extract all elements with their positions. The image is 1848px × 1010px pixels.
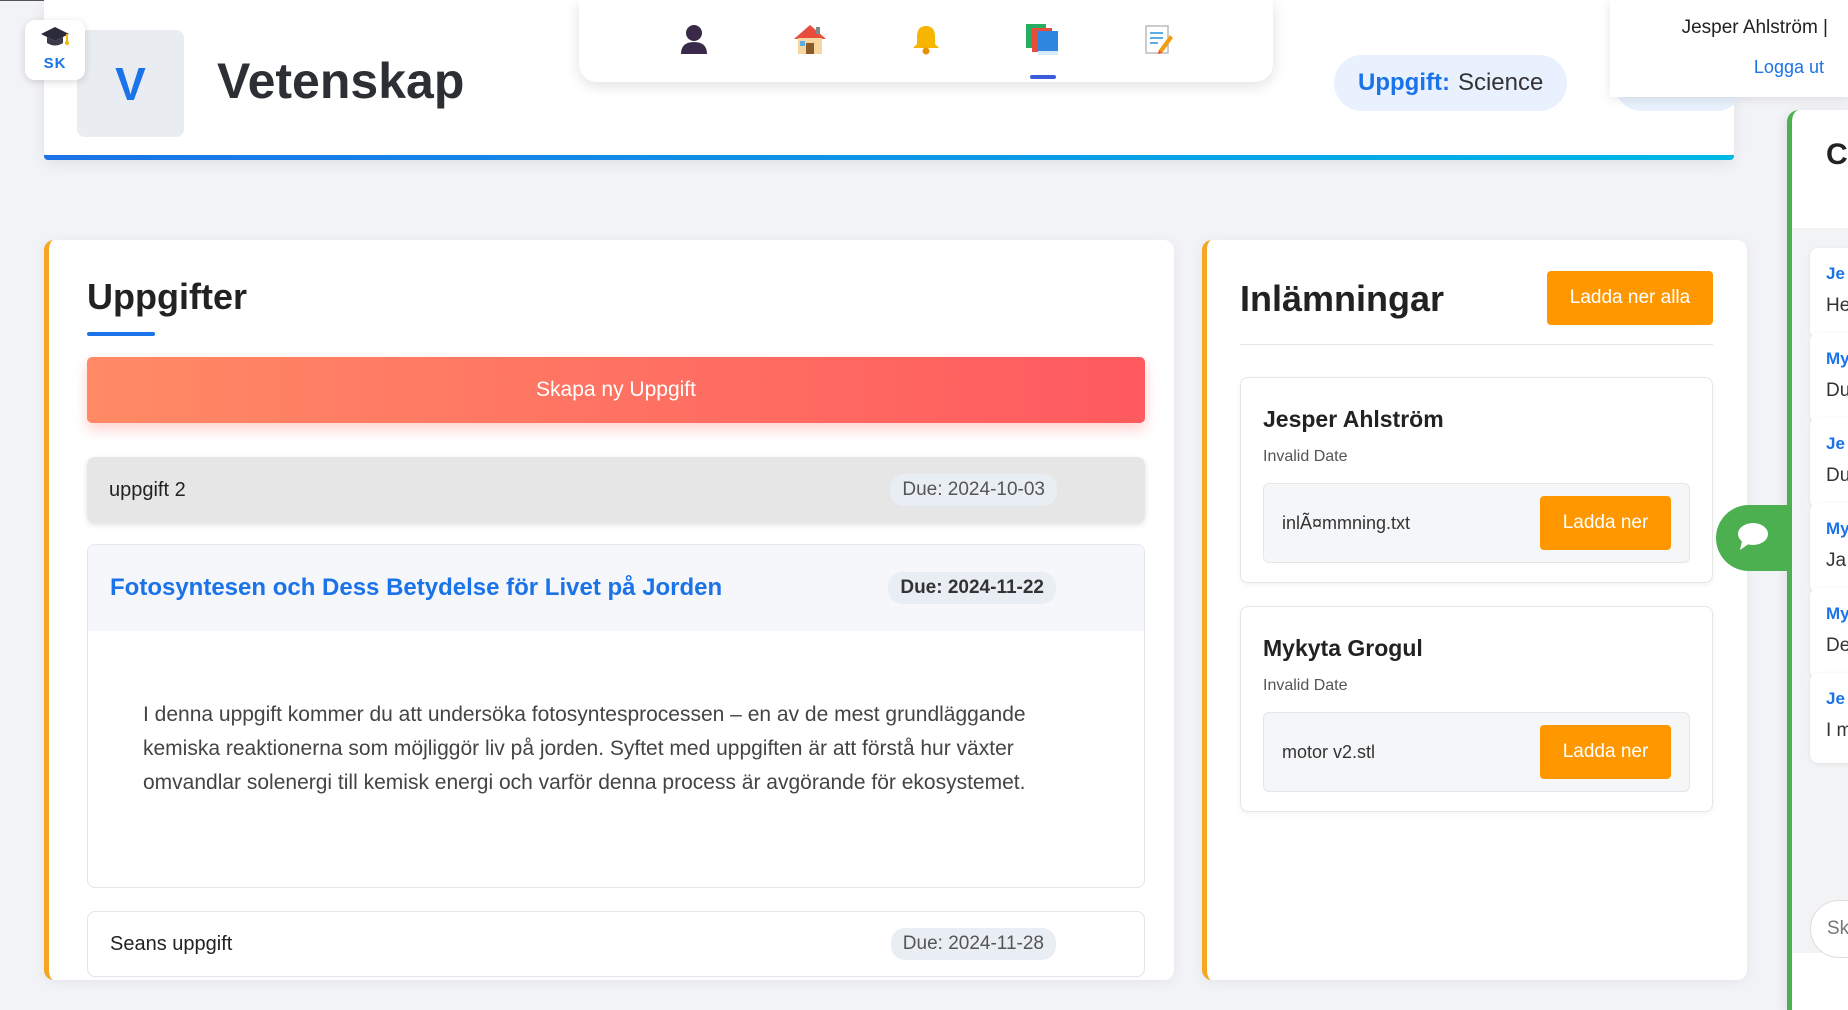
user-name: Jesper Ahlström | xyxy=(1681,17,1828,38)
memo-icon xyxy=(1143,23,1173,60)
student-name: Mykyta Grogul xyxy=(1263,635,1423,661)
message-text: Du xyxy=(1826,465,1848,486)
message-author: My xyxy=(1826,519,1848,538)
task-item-expanded: Fotosyntesen och Dess Betydelse för Live… xyxy=(87,544,1145,888)
chat-messages[interactable]: Je He My Du Je Du My Ja My De Je I m xyxy=(1792,228,1848,953)
chat-toggle-button[interactable] xyxy=(1716,505,1790,571)
chat-message: Je Du xyxy=(1810,418,1848,508)
task-description: I denna uppgift kommer du att undersöka … xyxy=(143,703,1026,794)
nav-profile[interactable] xyxy=(670,17,718,65)
download-all-button[interactable]: Ladda ner alla xyxy=(1547,271,1713,325)
file-name: motor v2.stl xyxy=(1282,742,1376,762)
due-badge: Due: 2024-10-03 xyxy=(890,474,1057,506)
chat-bubble-icon xyxy=(1736,521,1770,556)
logout-link[interactable]: Logga ut xyxy=(1754,57,1824,78)
submission-card: Jesper Ahlström Invalid Date inlÃ¤mmning… xyxy=(1240,377,1713,583)
task-pill-key: Uppgift: xyxy=(1358,69,1450,96)
chat-message: Je He xyxy=(1810,248,1848,338)
course-title: Vetenskap xyxy=(217,53,465,109)
task-item[interactable]: Seans uppgift Due: 2024-11-28 xyxy=(87,911,1145,977)
student-name: Jesper Ahlström xyxy=(1263,406,1444,432)
task-pill[interactable]: Uppgift: Science xyxy=(1334,55,1568,111)
chat-panel: Ch Je He My Du Je Du My Ja My De Je I m … xyxy=(1787,110,1848,1010)
message-author: Je xyxy=(1826,689,1845,708)
message-author: My xyxy=(1826,349,1848,368)
task-title: Seans uppgift xyxy=(110,932,233,955)
download-button[interactable]: Ladda ner xyxy=(1540,725,1671,779)
message-author: Je xyxy=(1826,264,1845,283)
chat-message: My Du xyxy=(1810,333,1848,423)
message-text: Ja xyxy=(1826,550,1847,571)
user-menu: Jesper Ahlström | Logga ut xyxy=(1610,0,1848,97)
chat-title: Ch xyxy=(1826,138,1848,171)
submissions-panel: Inlämningar Ladda ner alla Jesper Ahlstr… xyxy=(1202,240,1747,980)
house-icon xyxy=(793,23,827,60)
nav-assignments[interactable] xyxy=(1134,17,1182,65)
tasks-panel: Uppgifter Skapa ny Uppgift uppgift 2 Due… xyxy=(44,240,1174,980)
task-header[interactable]: Fotosyntesen och Dess Betydelse för Live… xyxy=(88,545,1144,631)
graduation-cap-icon xyxy=(25,25,85,55)
due-badge: Due: 2024-11-28 xyxy=(890,928,1056,960)
message-text: De xyxy=(1826,635,1848,656)
task-item[interactable]: uppgift 2 Due: 2024-10-03 xyxy=(87,457,1145,523)
chat-message: My De xyxy=(1810,588,1848,678)
message-text: Du xyxy=(1826,380,1848,401)
main-nav xyxy=(579,0,1273,82)
nav-home[interactable] xyxy=(786,17,834,65)
file-name: inlÃ¤mmning.txt xyxy=(1282,513,1411,533)
submission-date: Invalid Date xyxy=(1263,448,1348,465)
file-row: inlÃ¤mmning.txt Ladda ner xyxy=(1263,483,1690,563)
books-icon xyxy=(1024,22,1060,61)
course-avatar: V xyxy=(77,30,184,137)
nav-notifications[interactable] xyxy=(902,17,950,65)
person-icon xyxy=(679,23,709,60)
bell-icon xyxy=(911,23,941,60)
submission-date: Invalid Date xyxy=(1263,677,1348,694)
task-title[interactable]: Fotosyntesen och Dess Betydelse för Live… xyxy=(110,574,722,602)
submission-card: Mykyta Grogul Invalid Date motor v2.stl … xyxy=(1240,606,1713,812)
message-author: My xyxy=(1826,604,1848,623)
task-pill-value: Science xyxy=(1457,69,1544,96)
file-row: motor v2.stl Ladda ner xyxy=(1263,712,1690,792)
chat-message: My Ja xyxy=(1810,503,1848,593)
chat-message: Je I m xyxy=(1810,673,1848,763)
create-task-button[interactable]: Skapa ny Uppgift xyxy=(87,357,1145,423)
download-button[interactable]: Ladda ner xyxy=(1540,496,1671,550)
heading-underline xyxy=(87,332,155,336)
task-title: uppgift 2 xyxy=(109,478,186,501)
submissions-heading: Inlämningar xyxy=(1240,278,1445,319)
header-accent-bar xyxy=(44,155,1734,160)
divider xyxy=(1240,344,1713,345)
due-badge: Due: 2024-11-22 xyxy=(888,572,1056,604)
message-text: I m xyxy=(1826,720,1848,741)
message-text: He xyxy=(1826,295,1848,316)
nav-courses[interactable] xyxy=(1018,17,1066,79)
app-logo[interactable]: SK xyxy=(25,20,85,80)
logo-text: SK xyxy=(43,55,67,72)
tasks-heading: Uppgifter xyxy=(87,276,247,317)
message-author: Je xyxy=(1826,434,1845,453)
